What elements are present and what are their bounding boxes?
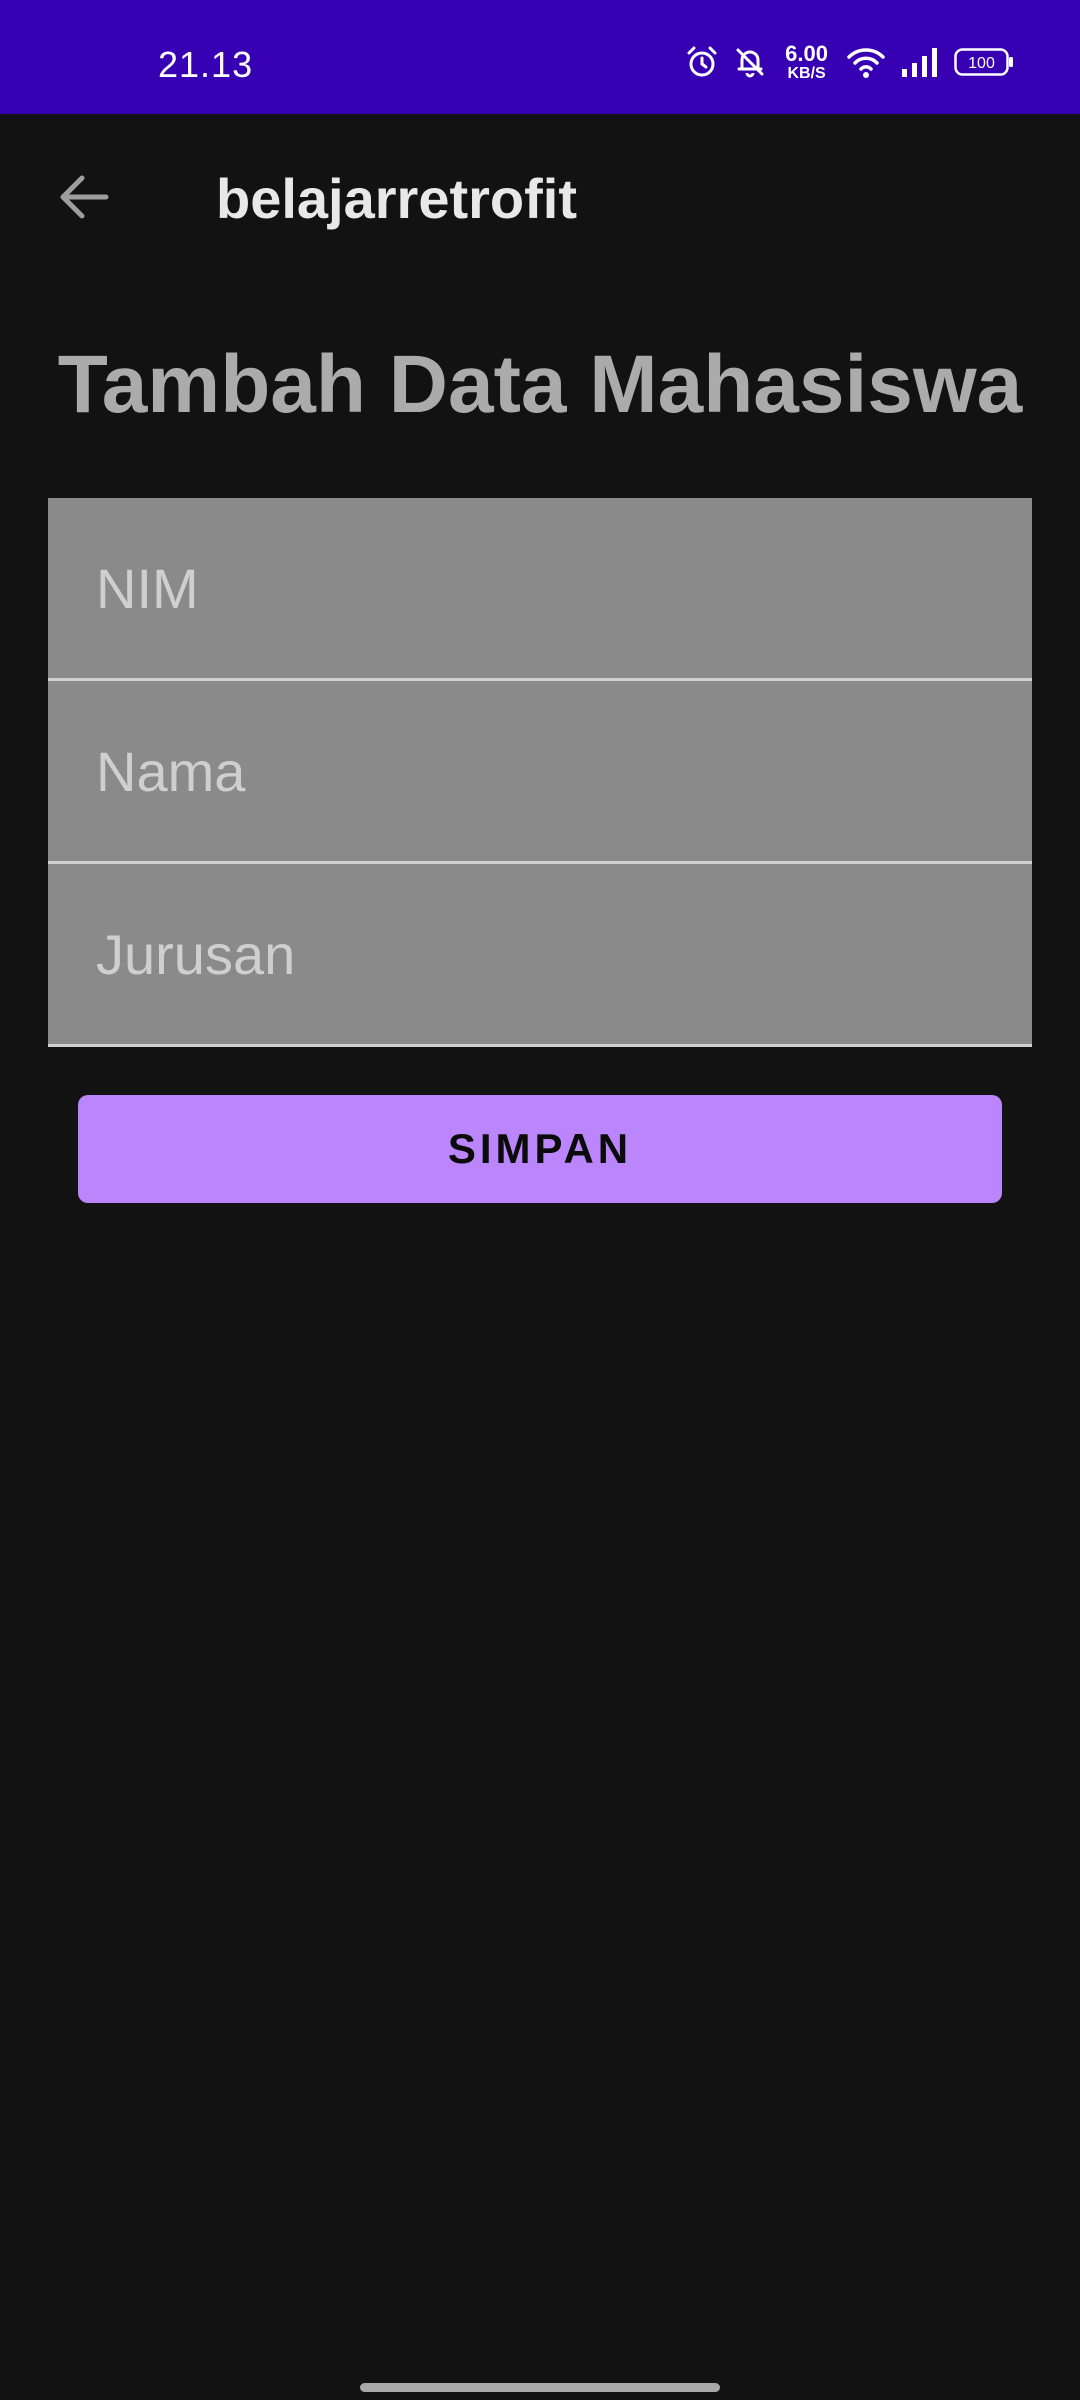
screen: 21.13 6.00 KB/S 100 belajarretrofit Tamb… xyxy=(0,0,1080,2400)
nim-field[interactable] xyxy=(48,498,1032,678)
nim-field-container xyxy=(48,498,1032,681)
battery-level: 100 xyxy=(968,55,995,72)
status-icons: 6.00 KB/S 100 xyxy=(685,40,1014,84)
page-title: Tambah Data Mahasiswa xyxy=(57,339,1023,430)
network-speed-unit: KB/S xyxy=(787,64,826,82)
jurusan-field[interactable] xyxy=(48,864,1032,1044)
app-bar: belajarretrofit xyxy=(0,114,1080,284)
alarm-icon xyxy=(685,45,719,79)
status-time: 21.13 xyxy=(158,44,254,85)
arrow-back-icon xyxy=(56,169,112,230)
home-indicator[interactable] xyxy=(360,2383,720,2392)
wifi-icon xyxy=(846,45,886,79)
jurusan-field-container xyxy=(48,864,1032,1047)
network-speed-value: 6.00 xyxy=(785,40,828,66)
signal-icon xyxy=(900,45,940,79)
battery-icon: 100 xyxy=(954,47,1014,77)
nama-field-container xyxy=(48,681,1032,864)
notifications-off-icon xyxy=(733,45,767,79)
back-button[interactable] xyxy=(48,163,120,235)
status-bar: 21.13 6.00 KB/S 100 xyxy=(0,0,1080,114)
nama-field[interactable] xyxy=(48,681,1032,861)
app-title: belajarretrofit xyxy=(216,167,577,230)
student-form xyxy=(48,498,1032,1047)
network-speed: 6.00 KB/S xyxy=(785,40,828,82)
save-button[interactable]: SIMPAN xyxy=(78,1095,1002,1203)
